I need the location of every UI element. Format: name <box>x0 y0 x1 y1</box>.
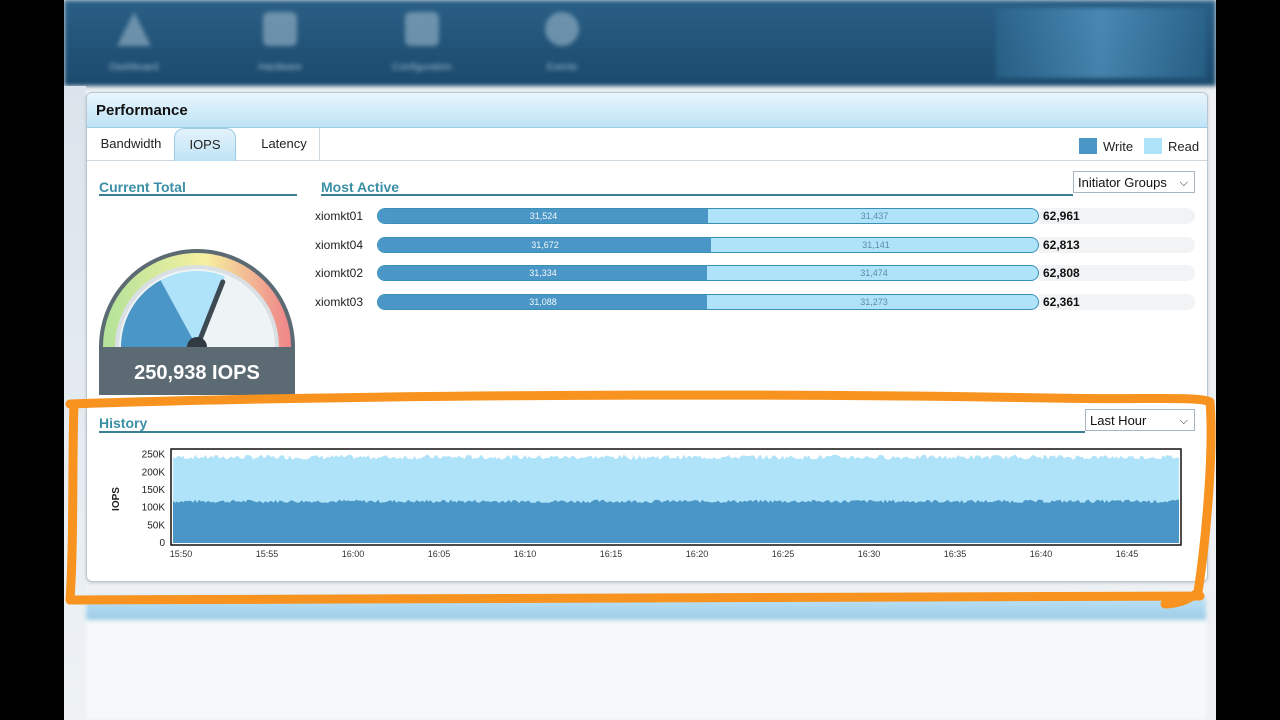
panel-title: Performance <box>87 93 1207 128</box>
total-value: 62,813 <box>1043 237 1080 252</box>
performance-panel: Performance Bandwidth IOPS Latency Write… <box>86 92 1208 582</box>
section-divider <box>321 194 1073 196</box>
iops-gauge: 250,938 IOPS <box>97 243 297 395</box>
history-title: History <box>99 415 148 431</box>
nav-item-configuration[interactable]: Configuration <box>382 12 462 73</box>
x-tick-label: 16:00 <box>342 549 365 559</box>
y-tick-label: 100K <box>142 503 166 514</box>
y-tick-label: 50K <box>147 520 165 531</box>
total-value: 62,808 <box>1043 266 1080 280</box>
read-value: 31,474 <box>860 268 888 278</box>
current-total-title: Current Total <box>99 179 186 195</box>
most-active-row[interactable]: xiomkt04 31,672 31,141 62,813 <box>315 236 1195 254</box>
x-tick-label: 15:50 <box>170 549 193 559</box>
tab-bar: Bandwidth IOPS Latency <box>87 128 1207 161</box>
write-value: 31,088 <box>529 296 557 307</box>
x-tick-label: 16:30 <box>858 549 881 559</box>
iops-bar: 31,672 31,141 <box>377 236 1039 253</box>
tab-latency[interactable]: Latency <box>249 128 320 160</box>
read-swatch <box>1144 138 1162 154</box>
configuration-icon <box>405 12 439 46</box>
initiator-group-name: xiomkt01 <box>315 209 364 223</box>
top-navigation: Dashboard Hardware Configuration Events <box>64 0 1216 86</box>
events-panel-body <box>86 620 1206 720</box>
x-tick-label: 16:10 <box>514 549 537 559</box>
iops-bar: 31,088 31,273 <box>377 293 1039 310</box>
legend-label: Write <box>1103 138 1134 154</box>
read-value: 31,141 <box>862 239 890 250</box>
nav-label: Hardware <box>258 62 302 73</box>
total-value: 62,961 <box>1043 209 1080 223</box>
tab-bandwidth[interactable]: Bandwidth <box>91 128 171 160</box>
write-value: 31,524 <box>529 211 558 221</box>
most-active-row[interactable]: xiomkt01 31,524 31,437 62,961 <box>315 207 1195 225</box>
initiator-group-name: xiomkt02 <box>315 266 364 280</box>
x-tick-label: 16:45 <box>1116 549 1139 559</box>
write-value: 31,334 <box>529 268 557 278</box>
select-value: Initiator Groups <box>1078 175 1167 190</box>
events-icon <box>545 12 579 46</box>
write-value: 31,672 <box>531 239 559 250</box>
initiator-group-name: xiomkt03 <box>315 294 364 309</box>
y-tick-label: 250K <box>142 450 166 461</box>
x-tick-label: 16:25 <box>772 549 795 559</box>
most-active-title: Most Active <box>321 179 400 195</box>
legend-read: Read <box>1144 138 1199 154</box>
y-tick-label: 200K <box>142 467 166 478</box>
nav-item-hardware[interactable]: Hardware <box>240 12 320 73</box>
history-chart: IOPS 0 50K 100K 150K 200K 250K 15:50 15:55 16:0… <box>97 435 1197 575</box>
events-panel-blurred <box>64 596 1216 720</box>
iops-bar: 31,524 31,437 <box>377 208 1039 224</box>
app-window: Dashboard Hardware Configuration Events … <box>64 0 1216 720</box>
nav-item-dashboard[interactable]: Dashboard <box>94 12 174 73</box>
initiator-group-name: xiomkt04 <box>315 237 364 252</box>
write-swatch <box>1079 138 1097 154</box>
events-panel-header <box>86 596 1206 620</box>
total-value: 62,361 <box>1043 294 1080 309</box>
hardware-icon <box>263 12 297 46</box>
iops-bar: 31,334 31,474 <box>377 265 1039 281</box>
y-tick-label: 150K <box>142 485 166 496</box>
legend-write: Write <box>1079 138 1133 154</box>
history-chart-svg: IOPS 0 50K 100K 150K 200K 250K 15:50 15:55 16:0… <box>111 448 1182 559</box>
x-tick-label: 16:15 <box>600 549 623 559</box>
current-total-value: 250,938 IOPS <box>134 362 260 384</box>
chevron-down-icon: ⌵ <box>1179 415 1188 427</box>
x-tick-label: 15:55 <box>256 549 279 559</box>
read-value: 31,273 <box>860 296 888 307</box>
tab-iops[interactable]: IOPS <box>174 128 236 161</box>
nav-label: Events <box>546 62 578 73</box>
x-tick-label: 16:35 <box>944 549 967 559</box>
history-range-select[interactable]: Last Hour ⌵ <box>1085 409 1195 431</box>
dashboard-icon <box>117 12 151 46</box>
y-axis-label: IOPS <box>111 487 122 511</box>
x-tick-label: 16:40 <box>1030 549 1053 559</box>
section-divider <box>99 431 1085 433</box>
section-divider <box>99 194 297 196</box>
most-active-row[interactable]: xiomkt03 31,088 31,273 62,361 <box>315 293 1195 311</box>
write-series-area <box>173 499 1179 543</box>
y-tick-label: 0 <box>159 538 165 549</box>
nav-label: Configuration <box>392 62 452 73</box>
legend-label: Read <box>1168 138 1200 154</box>
nav-label: Dashboard <box>109 62 159 73</box>
chevron-down-icon: ⌵ <box>1179 177 1188 189</box>
x-tick-label: 16:20 <box>686 549 709 559</box>
select-value: Last Hour <box>1090 413 1147 428</box>
x-tick-label: 16:05 <box>428 549 451 559</box>
most-active-row[interactable]: xiomkt02 31,334 31,474 62,808 <box>315 264 1195 282</box>
most-active-filter-select[interactable]: Initiator Groups ⌵ <box>1073 171 1195 193</box>
nav-item-events[interactable]: Events <box>522 12 602 73</box>
brand-logo <box>996 8 1206 78</box>
read-value: 31,437 <box>860 211 889 221</box>
